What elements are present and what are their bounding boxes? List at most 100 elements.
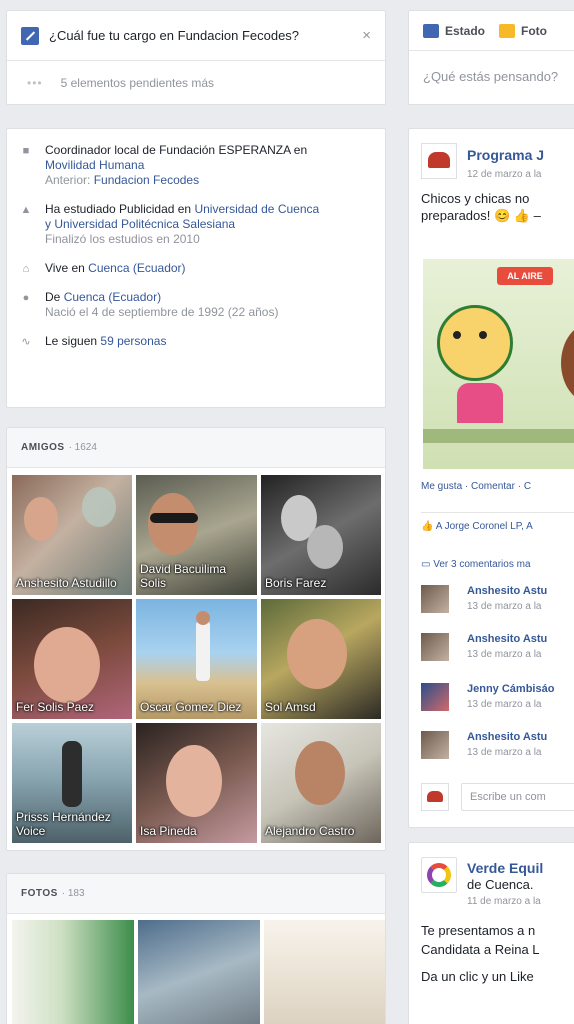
intro-study: ▲ Ha estudiado Publicidad en Universidad… bbox=[19, 202, 373, 247]
question-row[interactable]: ¿Cuál fue tu cargo en Fundacion Fecodes?… bbox=[7, 11, 385, 61]
post-text-line: Chicos y chicas no bbox=[421, 191, 530, 206]
photos-header[interactable]: FOTOS · 183 bbox=[7, 874, 385, 914]
friend-name[interactable]: Isa Pineda bbox=[140, 824, 253, 838]
post-page-name-cont[interactable]: de Cuenca. bbox=[467, 877, 543, 892]
post-likes-text[interactable]: A Jorge Coronel LP, A bbox=[436, 521, 533, 532]
commenter-avatar[interactable] bbox=[421, 633, 449, 661]
friend-name[interactable]: Sol Amsd bbox=[265, 700, 377, 714]
work-org-link[interactable]: Movilidad Humana bbox=[45, 158, 144, 172]
post-image[interactable]: AL AIRE bbox=[423, 259, 574, 469]
birthday-text: Nació el 4 de septiembre de 1992 (22 año… bbox=[45, 305, 279, 319]
tab-photo[interactable]: Foto bbox=[499, 23, 547, 38]
graduation-cap-icon: ▲ bbox=[20, 203, 32, 216]
commenter-avatar[interactable] bbox=[421, 585, 449, 613]
tab-status[interactable]: Estado bbox=[423, 23, 485, 38]
more-dots-icon: ••• bbox=[27, 76, 43, 90]
comment-date[interactable]: 13 de marzo a la bbox=[467, 601, 542, 612]
friend-tile[interactable]: Sol Amsd bbox=[261, 599, 381, 719]
tab-status-label[interactable]: Estado bbox=[445, 24, 485, 38]
friends-count: · 1624 bbox=[68, 442, 97, 453]
commenter-name[interactable]: Anshesito Astu bbox=[467, 633, 547, 645]
friends-grid: Anshesito Astudillo David Bacuilima Soli… bbox=[12, 475, 384, 843]
friend-tile[interactable]: Boris Farez bbox=[261, 475, 381, 595]
friends-header[interactable]: AMIGOS · 1624 bbox=[7, 428, 385, 468]
study-school-link[interactable]: Universidad de Cuenca bbox=[194, 202, 319, 216]
followers-link[interactable]: 59 personas bbox=[100, 334, 166, 348]
comment: Anshesito Astu 13 de marzo a la bbox=[421, 585, 574, 621]
friend-name[interactable]: Fer Solis Paez bbox=[16, 700, 128, 714]
photo-thumb[interactable] bbox=[264, 920, 385, 1024]
friend-tile[interactable]: Isa Pineda bbox=[136, 723, 257, 843]
composer-input[interactable]: ¿Qué estás pensando? bbox=[409, 51, 574, 102]
location-pin-icon: ● bbox=[22, 291, 30, 304]
friend-tile[interactable]: Prisss Hernández Voice bbox=[12, 723, 132, 843]
lives-prefix: Vive en bbox=[45, 261, 89, 275]
post-page-name[interactable]: Verde Equil bbox=[467, 859, 543, 877]
question-text[interactable]: ¿Cuál fue tu cargo en Fundacion Fecodes? bbox=[49, 28, 299, 43]
home-icon: ⌂ bbox=[22, 262, 30, 275]
post-date[interactable]: 11 de marzo a la bbox=[467, 896, 543, 907]
friends-title[interactable]: AMIGOS bbox=[21, 442, 65, 453]
from-prefix: De bbox=[45, 290, 64, 304]
friend-name[interactable]: Prisss Hernández Voice bbox=[16, 810, 128, 838]
commenter-avatar[interactable] bbox=[421, 683, 449, 711]
friend-name[interactable]: Anshesito Astudillo bbox=[16, 576, 128, 590]
commenter-avatar[interactable] bbox=[421, 731, 449, 759]
intro-work: ■ Coordinador local de Fundación ESPERAN… bbox=[19, 143, 373, 188]
comment-date[interactable]: 13 de marzo a la bbox=[467, 699, 542, 710]
friend-tile[interactable]: Alejandro Castro bbox=[261, 723, 381, 843]
pencil-icon bbox=[423, 23, 439, 38]
work-line1: Coordinador local de Fundación ESPERANZA… bbox=[45, 143, 308, 157]
photo-thumb[interactable] bbox=[12, 920, 134, 1024]
post-header: Verde Equil de Cuenca. 11 de marzo a la bbox=[409, 843, 574, 907]
tab-photo-label[interactable]: Foto bbox=[521, 24, 547, 38]
photo-thumb[interactable] bbox=[138, 920, 260, 1024]
study-school2-link[interactable]: y Universidad Politécnica Salesiana bbox=[45, 217, 235, 231]
comment: Anshesito Astu 13 de marzo a la bbox=[421, 731, 574, 767]
page-avatar-small bbox=[421, 783, 449, 811]
friend-name[interactable]: Alejandro Castro bbox=[265, 824, 377, 838]
intro-from: ● De Cuenca (Ecuador) Nació el 4 de sept… bbox=[19, 290, 373, 320]
comment-date[interactable]: 13 de marzo a la bbox=[467, 747, 542, 758]
commenter-name[interactable]: Anshesito Astu bbox=[467, 731, 547, 743]
comment-composer: Escribe un com bbox=[421, 783, 574, 813]
close-icon[interactable]: × bbox=[362, 27, 371, 44]
comment-input[interactable]: Escribe un com bbox=[461, 783, 574, 811]
pending-items-label[interactable]: 5 elementos pendientes más bbox=[61, 76, 214, 90]
post-text-line: Da un clic y un Like bbox=[421, 969, 534, 984]
friend-name[interactable]: David Bacuilima Solis bbox=[140, 562, 253, 590]
post-likes[interactable]: 👍 A Jorge Coronel LP, A bbox=[421, 512, 574, 540]
pencil-icon bbox=[21, 26, 39, 45]
profile-question-card: ¿Cuál fue tu cargo en Fundacion Fecodes?… bbox=[6, 10, 386, 105]
friend-tile[interactable]: Fer Solis Paez bbox=[12, 599, 132, 719]
commenter-name[interactable]: Jenny Cámbisáo bbox=[467, 683, 554, 695]
followers-prefix: Le siguen bbox=[45, 334, 101, 348]
friend-tile[interactable]: David Bacuilima Solis bbox=[136, 475, 257, 595]
photos-title[interactable]: FOTOS bbox=[21, 888, 58, 899]
study-prefix: Ha estudiado Publicidad en bbox=[45, 202, 195, 216]
friend-name[interactable]: Oscar Gomez Diez bbox=[140, 700, 253, 714]
from-place-link[interactable]: Cuenca (Ecuador) bbox=[64, 290, 161, 304]
like-icon: 👍 bbox=[421, 521, 434, 532]
feed-post: Verde Equil de Cuenca. 11 de marzo a la … bbox=[408, 842, 574, 1024]
lives-place-link[interactable]: Cuenca (Ecuador) bbox=[88, 261, 185, 275]
pending-items[interactable]: ••• 5 elementos pendientes más bbox=[7, 61, 385, 104]
post-header: Programa J 12 de marzo a la bbox=[409, 129, 574, 180]
view-more-comments[interactable]: ▭ Ver 3 comentarios ma bbox=[421, 559, 531, 570]
page-avatar[interactable] bbox=[421, 857, 457, 893]
friend-name[interactable]: Boris Farez bbox=[265, 576, 377, 590]
photos-row bbox=[12, 920, 385, 1024]
post-actions[interactable]: Me gusta · Comentar · C bbox=[421, 481, 531, 492]
feed-post: Programa J 12 de marzo a la Chicos y chi… bbox=[408, 128, 574, 828]
friend-tile[interactable]: Oscar Gomez Diez bbox=[136, 599, 257, 719]
page-avatar[interactable] bbox=[421, 143, 457, 179]
comment: Anshesito Astu 13 de marzo a la bbox=[421, 633, 574, 669]
comment-date[interactable]: 13 de marzo a la bbox=[467, 649, 542, 660]
view-more-comments-label[interactable]: Ver 3 comentarios ma bbox=[433, 559, 530, 570]
commenter-name[interactable]: Anshesito Astu bbox=[467, 585, 547, 597]
post-page-name[interactable]: Programa J bbox=[467, 147, 544, 163]
work-prev-label: Anterior: bbox=[45, 173, 94, 187]
friend-tile[interactable]: Anshesito Astudillo bbox=[12, 475, 132, 595]
post-date[interactable]: 12 de marzo a la bbox=[467, 169, 544, 180]
work-prev-link[interactable]: Fundacion Fecodes bbox=[94, 173, 199, 187]
